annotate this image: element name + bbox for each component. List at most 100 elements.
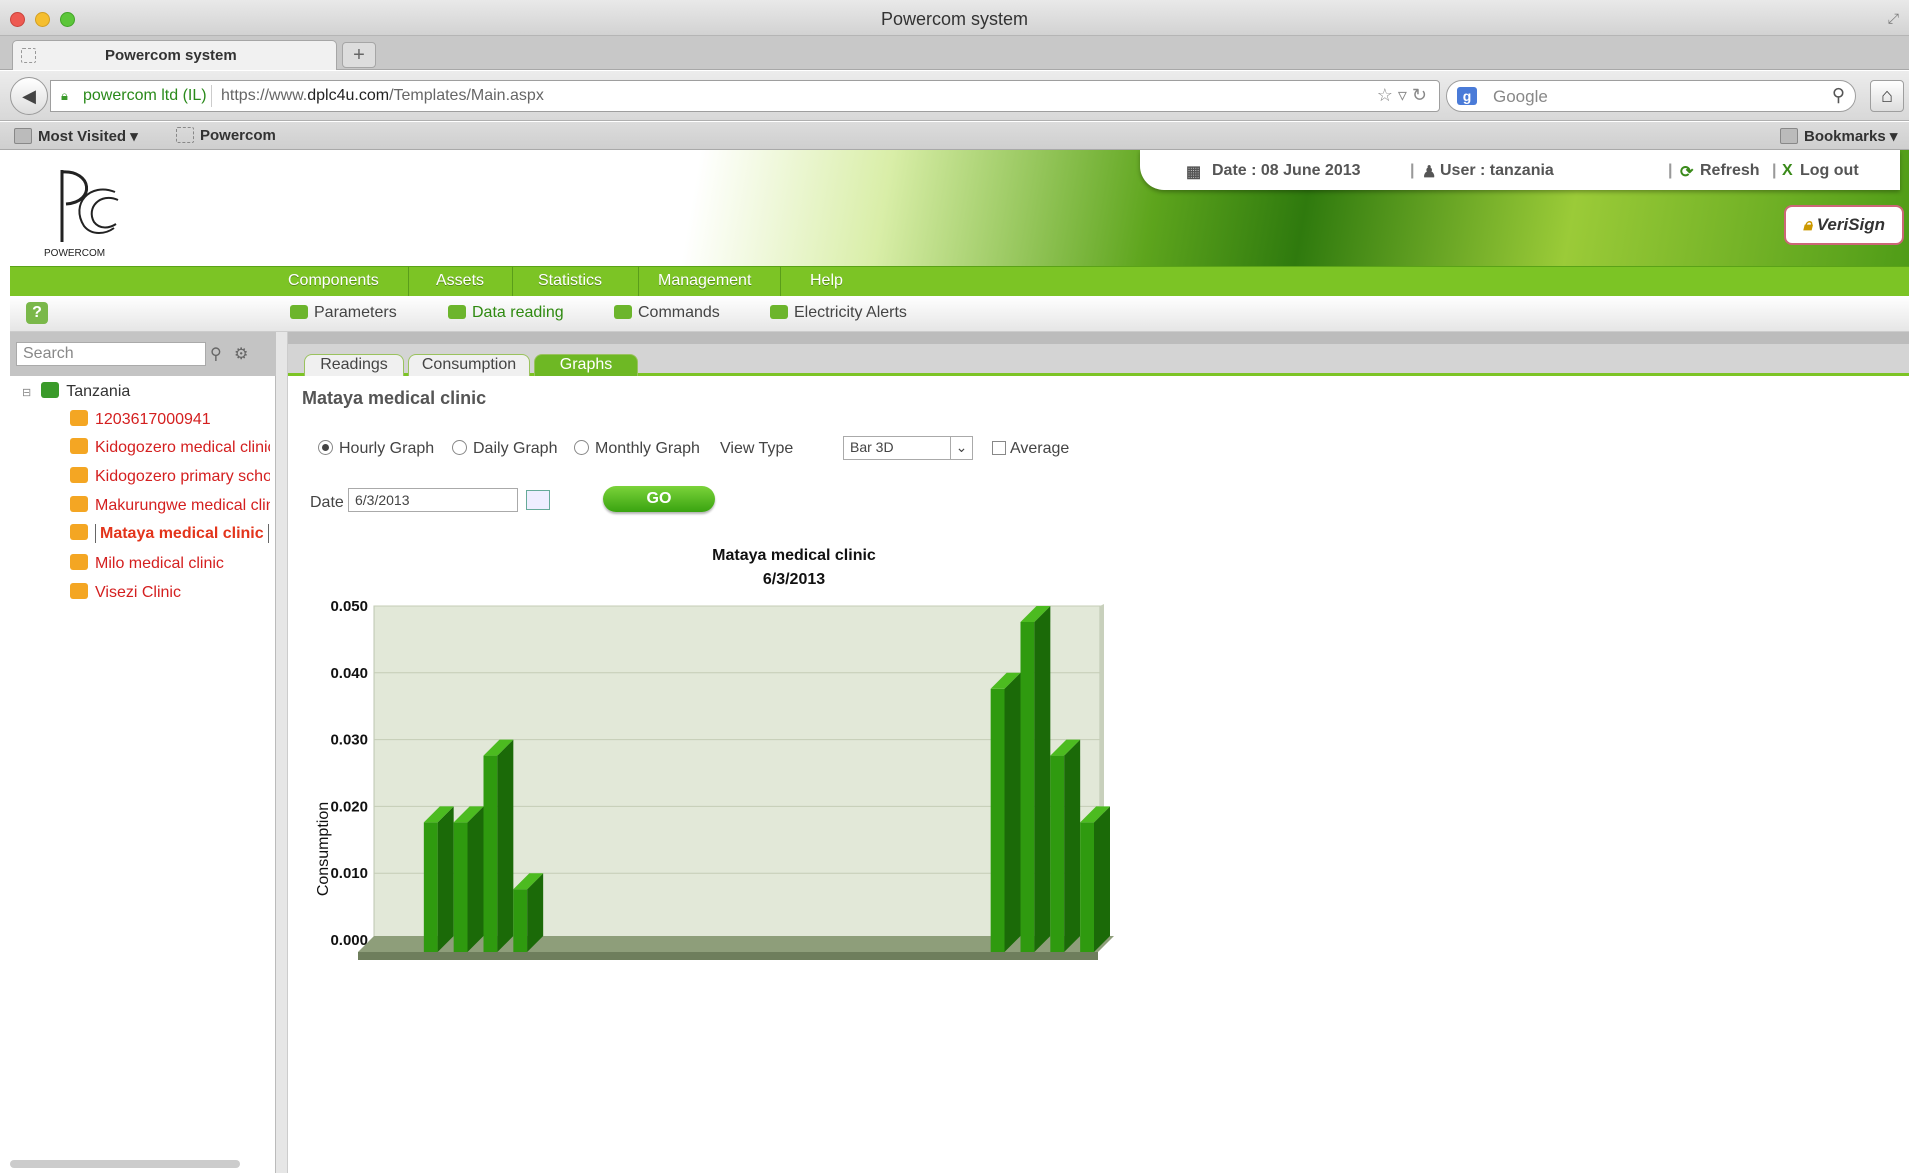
- submenu-parameters[interactable]: Parameters: [290, 304, 397, 322]
- sidebar-scrollbar[interactable]: [10, 1160, 240, 1168]
- chevron-down-icon[interactable]: ⌄: [950, 437, 972, 459]
- bar: [453, 822, 468, 952]
- favicon-icon: [21, 48, 36, 63]
- bar-side: [1004, 672, 1021, 952]
- window-titlebar: Powercom system ⤢: [0, 0, 1909, 36]
- search-icon[interactable]: ⚲: [1832, 85, 1845, 106]
- bookmarks-menu[interactable]: Bookmarks ▾: [1780, 127, 1897, 145]
- daily-graph-radio[interactable]: Daily Graph: [452, 440, 557, 458]
- menu-help[interactable]: Help: [810, 272, 843, 290]
- bar-side: [497, 739, 514, 952]
- sidebar: Search ⚲ ⚙ ⊟ Tanzania 1203617000941 Kidog…: [10, 332, 276, 1173]
- calendar-picker-icon[interactable]: [526, 490, 550, 510]
- sidebar-search-input[interactable]: Search: [16, 342, 206, 366]
- bar-side: [437, 806, 454, 952]
- content-tabs: Readings Consumption Graphs: [288, 344, 1909, 376]
- menu-components[interactable]: Components: [288, 272, 379, 290]
- google-icon[interactable]: g: [1457, 87, 1477, 105]
- browser-tab-title: Powercom system: [105, 47, 237, 64]
- tab-consumption[interactable]: Consumption: [408, 354, 530, 376]
- tree-item[interactable]: Kidogozero medical clinic: [70, 438, 270, 457]
- y-axis-label: Consumption: [315, 802, 332, 896]
- average-checkbox[interactable]: Average: [992, 440, 1069, 458]
- home-button[interactable]: ⌂: [1870, 80, 1904, 112]
- browser-tab[interactable]: Powercom system: [12, 40, 337, 70]
- date-input[interactable]: 6/3/2013: [348, 488, 518, 512]
- chart-subtitle: 6/3/2013: [763, 571, 825, 588]
- y-tick-label: 0.030: [330, 732, 368, 749]
- submenu-electricity-alerts[interactable]: Electricity Alerts: [770, 304, 907, 322]
- refresh-link[interactable]: Refresh: [1700, 162, 1760, 180]
- menu-management[interactable]: Management: [658, 272, 751, 290]
- hourly-graph-radio[interactable]: Hourly Graph: [318, 440, 434, 458]
- new-tab-button[interactable]: +: [342, 42, 376, 68]
- refresh-icon[interactable]: ⟳: [1680, 162, 1693, 182]
- tree-item[interactable]: Visezi Clinic: [70, 583, 270, 602]
- tree-item[interactable]: 1203617000941: [70, 410, 270, 429]
- meter-icon: [70, 524, 88, 540]
- tree-item[interactable]: Kidogozero primary school: [70, 467, 270, 486]
- tree-item-selected[interactable]: Mataya medical clinic: [70, 524, 270, 543]
- search-engine-label: Google: [1493, 87, 1548, 106]
- date-label: Date: [310, 494, 344, 511]
- bar: [423, 822, 438, 952]
- meter-icon: [70, 583, 88, 599]
- commands-icon: [614, 305, 632, 319]
- meter-icon: [70, 496, 88, 512]
- search-icon[interactable]: ⚲: [210, 344, 222, 364]
- calendar-icon: ▦: [1186, 164, 1202, 181]
- y-tick-label: 0.050: [330, 598, 368, 615]
- bar: [1020, 622, 1035, 952]
- tree-item[interactable]: Milo medical clinic: [70, 554, 270, 573]
- view-type-select[interactable]: Bar 3D ⌄: [843, 436, 973, 460]
- main-menu: Components Assets Statistics Management …: [10, 266, 1909, 297]
- url-text[interactable]: https://www.dplc4u.com/Templates/Main.as…: [221, 87, 544, 105]
- site-header: POWERCOM ▦ Date : 08 June 2013 | ♟ User …: [10, 150, 1909, 266]
- logout-link[interactable]: Log out: [1800, 162, 1859, 180]
- web-search-box[interactable]: g Google ⚲: [1446, 80, 1856, 112]
- y-tick-label: 0.020: [330, 798, 368, 815]
- sidebar-splitter[interactable]: [276, 332, 288, 1173]
- svg-text:POWERCOM: POWERCOM: [44, 248, 105, 259]
- bookmark-most-visited[interactable]: Most Visited ▾: [14, 127, 138, 145]
- powercom-logo: POWERCOM: [44, 170, 119, 259]
- tree-root[interactable]: ⊟ Tanzania: [22, 382, 130, 401]
- menu-assets[interactable]: Assets: [436, 272, 484, 290]
- monthly-graph-radio[interactable]: Monthly Graph: [574, 440, 700, 458]
- y-tick-label: 0.040: [330, 665, 368, 682]
- address-bar[interactable]: 🔒︎ powercom ltd (IL) https://www.dplc4u.…: [50, 80, 1440, 112]
- main-content: Readings Consumption Graphs Mataya medic…: [288, 344, 1909, 1173]
- folder-icon: [14, 128, 32, 144]
- site-identity[interactable]: powercom ltd (IL): [83, 87, 207, 105]
- submenu-data-reading[interactable]: Data reading: [448, 304, 564, 322]
- back-button[interactable]: ◀: [10, 77, 48, 115]
- tab-readings[interactable]: Readings: [304, 354, 404, 376]
- tab-graphs[interactable]: Graphs: [534, 354, 638, 376]
- user-icon: ♟: [1422, 164, 1437, 181]
- info-bar: ▦ Date : 08 June 2013 | ♟ User : tanzani…: [1140, 150, 1900, 190]
- bar: [1050, 755, 1065, 952]
- parameters-icon: [290, 305, 308, 319]
- tree-item[interactable]: Makurungwe medical clinic: [70, 496, 270, 515]
- bar-side: [1034, 606, 1051, 952]
- verisign-badge[interactable]: 🔒︎ VeriSign: [1784, 205, 1904, 245]
- collapse-icon[interactable]: ⊟: [22, 387, 31, 399]
- bookmark-powercom[interactable]: Powercom: [176, 127, 276, 144]
- go-button[interactable]: GO: [603, 486, 715, 512]
- sub-menu: ? Parameters Data reading Commands Elect…: [10, 296, 1909, 332]
- window-title: Powercom system: [880, 9, 1029, 29]
- chart-title: Mataya medical clinic: [712, 547, 876, 564]
- submenu-commands[interactable]: Commands: [614, 304, 720, 322]
- fullscreen-icon[interactable]: ⤢: [1888, 10, 1899, 27]
- bookmark-star-icon[interactable]: ☆ ▿ ↻: [1377, 85, 1427, 106]
- country-icon: [41, 382, 60, 398]
- plot-floor-edge: [358, 952, 1098, 960]
- logout-icon[interactable]: X: [1782, 162, 1793, 180]
- gear-icon[interactable]: ⚙: [234, 344, 248, 364]
- menu-statistics[interactable]: Statistics: [538, 272, 602, 290]
- navigation-bar: ◀ 🔒︎ powercom ltd (IL) https://www.dplc4…: [0, 71, 1909, 121]
- lock-icon: 🔒︎: [1802, 215, 1812, 234]
- alerts-icon: [770, 305, 788, 319]
- help-icon[interactable]: ?: [26, 302, 48, 324]
- meter-icon: [70, 554, 88, 570]
